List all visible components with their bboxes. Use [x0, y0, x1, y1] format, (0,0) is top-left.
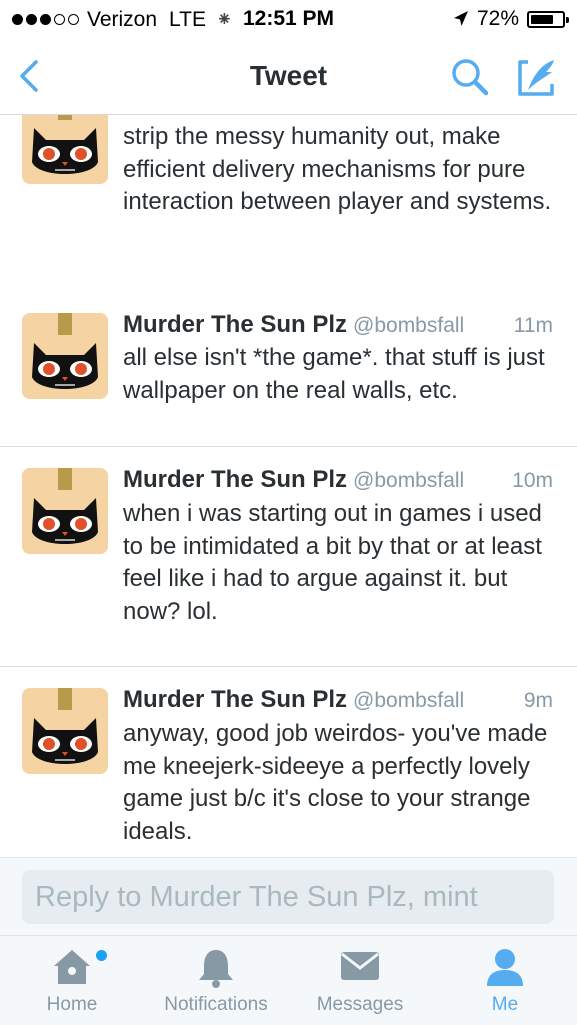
- tab-bar: Home Notifications Messages Me: [0, 935, 577, 1025]
- avatar[interactable]: [22, 468, 108, 554]
- tab-notifications[interactable]: Notifications: [150, 936, 282, 1025]
- home-icon: [54, 950, 90, 984]
- search-button[interactable]: [448, 56, 492, 100]
- location-arrow-icon: [453, 11, 468, 26]
- reply-bar: Reply to Murder The Sun Plz, mint: [0, 857, 577, 936]
- reply-input[interactable]: Reply to Murder The Sun Plz, mint: [22, 870, 554, 924]
- status-bar: Verizon LTE ⁕ 12:51 PM 72%: [0, 0, 577, 38]
- person-icon: [487, 949, 523, 986]
- tab-home[interactable]: Home: [22, 936, 122, 1025]
- status-right: 72%: [453, 7, 569, 31]
- navigation-bar: Tweet: [0, 38, 577, 115]
- tweet-text: strip the messy humanity out, make effic…: [123, 123, 552, 215]
- author-handle: @bombsfall: [353, 469, 465, 492]
- author-handle: @bombsfall: [353, 689, 465, 712]
- avatar[interactable]: [22, 115, 108, 184]
- tweet-time: 10m: [512, 469, 553, 492]
- envelope-icon: [341, 952, 379, 980]
- battery-icon: [527, 10, 569, 28]
- black-cat-avatar-icon: [22, 688, 108, 774]
- tab-me[interactable]: Me: [455, 936, 555, 1025]
- tweet-feed[interactable]: strip the messy humanity out, make effic…: [0, 115, 577, 857]
- tweet-time: 9m: [523, 689, 553, 712]
- tab-home-label: Home: [46, 994, 98, 1015]
- tweet-item[interactable]: Murder The Sun Plz @bombsfall 9m anyway, …: [0, 667, 577, 857]
- author-name: Murder The Sun Plz: [123, 686, 348, 713]
- tweet-item[interactable]: Murder The Sun Plz @bombsfall 10m when i …: [0, 447, 577, 667]
- black-cat-avatar-icon: [22, 313, 108, 399]
- tweet-author[interactable]: Murder The Sun Plz @bombsfall: [123, 686, 464, 714]
- compose-quill-icon: [518, 60, 554, 96]
- author-name: Murder The Sun Plz: [123, 311, 348, 338]
- tab-notifications-label: Notifications: [164, 994, 268, 1015]
- bell-icon: [199, 950, 233, 988]
- avatar[interactable]: [22, 688, 108, 774]
- battery-percent: 72%: [476, 7, 519, 30]
- tweet-item[interactable]: strip the messy humanity out, make effic…: [0, 115, 577, 293]
- tweet-text: anyway, good job weirdos- you've made me…: [123, 720, 548, 845]
- author-name: Murder The Sun Plz: [123, 466, 348, 493]
- tweet-time: 11m: [513, 314, 553, 337]
- home-notification-dot: [96, 950, 107, 961]
- tab-me-label: Me: [491, 994, 519, 1015]
- compose-tweet-button[interactable]: [514, 56, 560, 100]
- black-cat-avatar-icon: [22, 468, 108, 554]
- tab-messages[interactable]: Messages: [305, 936, 415, 1025]
- search-icon: [452, 59, 489, 96]
- tweet-item[interactable]: Murder The Sun Plz @bombsfall 11m all els…: [0, 292, 577, 447]
- tweet-author[interactable]: Murder The Sun Plz @bombsfall: [123, 466, 464, 494]
- battery-fill: [531, 14, 553, 24]
- black-cat-avatar-icon: [22, 115, 108, 184]
- tab-messages-label: Messages: [316, 994, 404, 1015]
- tweet-author[interactable]: Murder The Sun Plz @bombsfall: [123, 311, 464, 339]
- avatar[interactable]: [22, 313, 108, 399]
- tweet-text: all else isn't *the game*. that stuff is…: [123, 344, 545, 404]
- tweet-text: when i was starting out in games i used …: [123, 500, 542, 625]
- author-handle: @bombsfall: [353, 314, 465, 337]
